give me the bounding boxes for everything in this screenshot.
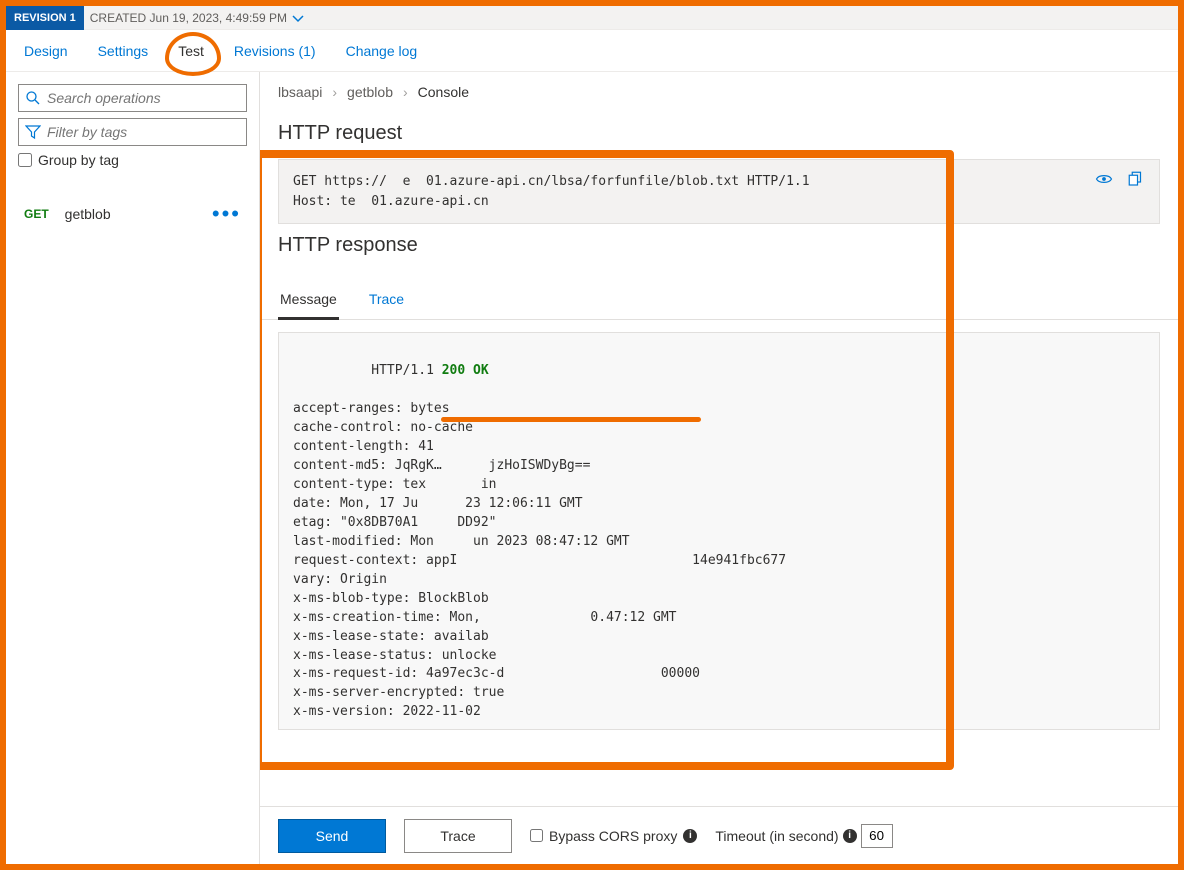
filter-by-tags[interactable] <box>18 118 247 146</box>
search-input[interactable] <box>47 90 240 106</box>
tab-test[interactable]: Test <box>178 43 204 59</box>
http-request-code: GET https:// e 01.azure-api.cn/lbsa/forf… <box>279 160 1159 223</box>
show-password-icon[interactable] <box>1095 170 1113 191</box>
search-operations[interactable] <box>18 84 247 112</box>
filter-input[interactable] <box>47 124 240 140</box>
operation-method: GET <box>24 207 49 221</box>
response-tab-trace[interactable]: Trace <box>367 283 406 319</box>
tab-revisions[interactable]: Revisions (1) <box>234 43 316 59</box>
response-tab-message[interactable]: Message <box>278 283 339 320</box>
operation-row[interactable]: GET getblob ••• <box>18 196 247 232</box>
bypass-cors-label: Bypass CORS proxy <box>549 828 677 844</box>
revision-bar: REVISION 1 CREATED Jun 19, 2023, 4:49:59… <box>6 6 1178 30</box>
chevron-right-icon: › <box>332 84 337 100</box>
info-icon[interactable]: i <box>843 829 857 843</box>
tab-test-label: Test <box>178 43 204 59</box>
bypass-cors[interactable]: Bypass CORS proxy i <box>530 828 697 844</box>
sidebar: Group by tag GET getblob ••• <box>6 72 260 864</box>
revision-created: CREATED Jun 19, 2023, 4:49:59 PM <box>90 11 287 25</box>
main-split: Group by tag GET getblob ••• lbsaapi › g… <box>6 72 1178 864</box>
timeout-input[interactable] <box>861 824 893 848</box>
breadcrumb-api[interactable]: lbsaapi <box>278 84 322 100</box>
send-button[interactable]: Send <box>278 819 386 853</box>
main-panel: lbsaapi › getblob › Console HTTP request… <box>260 72 1178 864</box>
http-response-code: HTTP/1.1 200 OK accept-ranges: bytescach… <box>293 343 1145 730</box>
chevron-down-icon[interactable] <box>291 10 305 26</box>
group-by-tag[interactable]: Group by tag <box>18 152 247 168</box>
timeout-label: Timeout (in second) <box>715 828 838 844</box>
tab-settings[interactable]: Settings <box>98 43 149 59</box>
copy-icon[interactable] <box>1127 170 1145 191</box>
breadcrumb: lbsaapi › getblob › Console <box>260 72 1178 112</box>
tab-design[interactable]: Design <box>24 43 68 59</box>
operation-name: getblob <box>65 206 111 222</box>
hand-annotation-underline <box>441 417 701 422</box>
http-request-title: HTTP request <box>260 112 1178 149</box>
group-by-tag-label: Group by tag <box>38 152 119 168</box>
tab-changelog[interactable]: Change log <box>346 43 418 59</box>
revision-badge[interactable]: REVISION 1 <box>6 6 84 30</box>
bypass-cors-checkbox[interactable] <box>530 829 543 842</box>
page-tabs: Design Settings Test Revisions (1) Chang… <box>6 30 1178 72</box>
http-response-box: HTTP/1.1 200 OK accept-ranges: bytescach… <box>278 332 1160 730</box>
group-by-tag-checkbox[interactable] <box>18 153 32 167</box>
action-bar: Send Trace Bypass CORS proxy i Timeout (… <box>260 806 1178 864</box>
http-request-box: GET https:// e 01.azure-api.cn/lbsa/forf… <box>278 159 1160 224</box>
response-status: 200 OK <box>442 363 489 378</box>
filter-icon <box>25 124 41 140</box>
http-response-title: HTTP response <box>260 224 1178 261</box>
response-tabs: Message Trace <box>260 283 1178 320</box>
breadcrumb-op[interactable]: getblob <box>347 84 393 100</box>
chevron-right-icon: › <box>403 84 408 100</box>
search-icon <box>25 90 41 106</box>
response-protocol: HTTP/1.1 <box>371 363 434 378</box>
info-icon[interactable]: i <box>683 829 697 843</box>
trace-button[interactable]: Trace <box>404 819 512 853</box>
breadcrumb-console: Console <box>418 84 469 100</box>
timeout: Timeout (in second) i <box>715 824 892 848</box>
app-frame: REVISION 1 CREATED Jun 19, 2023, 4:49:59… <box>0 0 1184 870</box>
